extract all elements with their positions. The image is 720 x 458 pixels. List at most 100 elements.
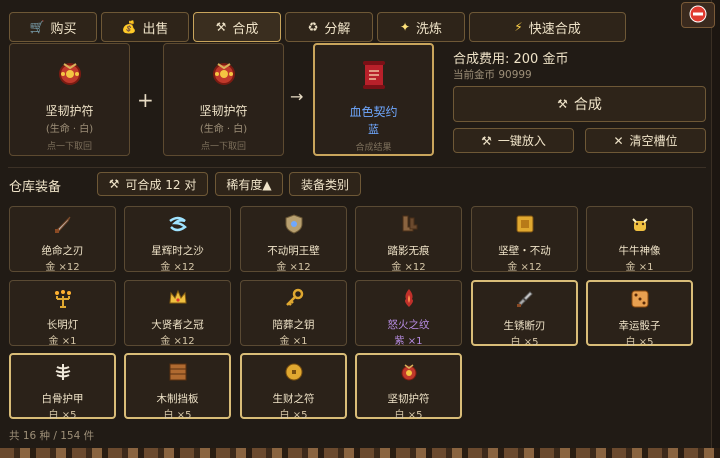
- slot-1-hint: 点一下取回: [46, 142, 92, 152]
- item-card[interactable]: 长明灯金 ×1: [9, 280, 116, 347]
- clear-slots-button[interactable]: ✕ 清空槽位: [585, 128, 706, 153]
- item-name: 不动明王壁: [267, 245, 320, 257]
- item-card[interactable]: 绝命之刃金 ×12: [9, 206, 116, 273]
- craft-slot-2[interactable]: 坚韧护符 (生命 · 白) 点一下取回: [163, 43, 284, 156]
- item-name: 坚韧护符: [387, 393, 430, 405]
- clear-slots-label: 清空槽位: [629, 134, 678, 148]
- broken-sword-icon: [514, 288, 536, 310]
- warehouse-footer: 共 16 种 / 154 件: [9, 430, 95, 442]
- result-hint: 合成结果: [355, 143, 392, 153]
- tab-refine[interactable]: ✦ 洗炼: [377, 12, 465, 42]
- item-name: 木制挡板: [156, 393, 199, 405]
- section-divider: [8, 167, 706, 168]
- slot-2-name: 坚韧护符: [199, 104, 248, 118]
- item-quantity: 白 ×5: [394, 410, 423, 421]
- result-name: 血色契约: [349, 105, 398, 119]
- item-card[interactable]: 大贤者之冠金 ×12: [124, 280, 231, 347]
- item-card[interactable]: 怒火之纹紫 ×1: [355, 280, 462, 347]
- craft-button[interactable]: ⚒ 合成: [453, 86, 706, 122]
- tab-decompose-label: 分解: [324, 21, 351, 37]
- slot-2-sub: (生命 · 白): [199, 124, 248, 135]
- tab-sell[interactable]: 💰 出售: [101, 12, 189, 42]
- item-quantity: 金 ×1: [279, 336, 308, 347]
- item-card[interactable]: 生锈断刃白 ×5: [471, 280, 578, 348]
- item-card[interactable]: 星辉时之沙金 ×12: [124, 206, 231, 273]
- rarity-sort-button[interactable]: 稀有度▲: [215, 172, 283, 196]
- tab-decompose[interactable]: ♻ 分解: [285, 12, 373, 42]
- wind-swirl-icon: [167, 213, 189, 235]
- item-quantity: 金 ×1: [625, 262, 654, 273]
- arrow-sign: →: [290, 87, 304, 106]
- quick-craft-label: 快速合成: [528, 21, 581, 37]
- close-button[interactable]: [681, 2, 715, 28]
- current-gold: 当前金币 90999: [453, 69, 532, 81]
- lightning-icon: ⚡: [514, 20, 523, 34]
- tab-craft-label: 合成: [232, 21, 259, 37]
- category-filter-button[interactable]: 装备类别: [289, 172, 361, 196]
- close-circle-icon: [689, 5, 707, 26]
- auto-fill-button[interactable]: ⚒ 一键放入: [453, 128, 574, 153]
- tab-craft[interactable]: ⚒ 合成: [193, 12, 281, 42]
- golden-shield-icon: [514, 213, 536, 235]
- item-name: 幸运骰子: [618, 320, 661, 332]
- craftable-filter-button[interactable]: ⚒ 可合成 12 对: [97, 172, 208, 196]
- slot-2-hint: 点一下取回: [200, 142, 246, 152]
- craft-button-label: 合成: [573, 97, 602, 113]
- item-card[interactable]: 木制挡板白 ×5: [124, 353, 231, 421]
- item-card[interactable]: 幸运骰子白 ×5: [586, 280, 693, 348]
- auto-fill-label: 一键放入: [497, 134, 546, 148]
- craft-result-slot: 血色契约 蓝 合成结果: [313, 43, 434, 156]
- item-quantity: 金 ×12: [160, 336, 195, 347]
- cow-statue-icon: [629, 213, 651, 235]
- quick-craft-button[interactable]: ⚡ 快速合成: [469, 12, 626, 42]
- item-card[interactable]: 不动明王壁金 ×12: [240, 206, 347, 273]
- warehouse-title: 仓库装备: [9, 180, 62, 195]
- item-card[interactable]: 陪葬之钥金 ×1: [240, 280, 347, 347]
- crossed-hammers-icon: ⚒: [557, 97, 568, 111]
- crown-icon: [167, 287, 189, 309]
- item-name: 踏影无痕: [387, 245, 430, 257]
- item-quantity: 金 ×12: [276, 262, 311, 273]
- craftable-filter-label: 可合成 12 对: [125, 177, 197, 192]
- craft-slot-1[interactable]: 坚韧护符 (生命 · 白) 点一下取回: [9, 43, 130, 156]
- tab-buy[interactable]: 🛒 购买: [9, 12, 97, 42]
- crossed-hammers-icon: ⚒: [481, 133, 492, 148]
- item-card[interactable]: 白骨护甲白 ×5: [9, 353, 116, 421]
- item-card[interactable]: 坚韧护符白 ×5: [355, 353, 462, 421]
- wooden-board-icon: [167, 361, 189, 383]
- tab-sell-label: 出售: [142, 21, 169, 37]
- crossed-hammers-icon: ⚒: [215, 20, 227, 34]
- item-quantity: 白 ×5: [510, 337, 539, 348]
- item-card[interactable]: 牛牛神像金 ×1: [586, 206, 693, 273]
- item-quantity: 紫 ×1: [394, 336, 423, 347]
- item-name: 坚壁・不动: [498, 245, 551, 257]
- key-icon: [283, 287, 305, 309]
- plus-sign: +: [137, 88, 154, 112]
- item-name: 星辉时之沙: [151, 245, 204, 257]
- coin-charm-icon: [283, 361, 305, 383]
- x-icon: ✕: [613, 133, 624, 148]
- shield-icon: [283, 213, 305, 235]
- sparkle-icon: ✦: [399, 20, 411, 34]
- cart-icon: 🛒: [29, 20, 45, 34]
- crossed-hammers-icon: ⚒: [108, 177, 120, 191]
- slot-1-sub: (生命 · 白): [45, 124, 94, 135]
- item-name: 生财之符: [272, 393, 315, 405]
- item-quantity: 白 ×5: [625, 337, 654, 348]
- flame-sigil-icon: [398, 287, 420, 309]
- item-card[interactable]: 踏影无痕金 ×12: [355, 206, 462, 273]
- craft-cost: 合成费用: 200 金币: [453, 52, 569, 67]
- coin-bag-icon: 💰: [121, 20, 137, 34]
- amulet-icon: [55, 58, 85, 91]
- item-name: 牛牛神像: [618, 245, 661, 257]
- item-quantity: 白 ×5: [48, 410, 77, 421]
- item-card[interactable]: 坚壁・不动金 ×12: [471, 206, 578, 273]
- item-name: 大贤者之冠: [151, 319, 204, 331]
- item-card[interactable]: 生财之符白 ×5: [240, 353, 347, 421]
- item-name: 白骨护甲: [41, 393, 84, 405]
- result-quality: 蓝: [368, 123, 379, 136]
- item-quantity: 白 ×5: [279, 410, 308, 421]
- item-name: 生锈断刃: [503, 320, 546, 332]
- amulet-icon: [209, 58, 239, 91]
- item-quantity: 金 ×12: [160, 262, 195, 273]
